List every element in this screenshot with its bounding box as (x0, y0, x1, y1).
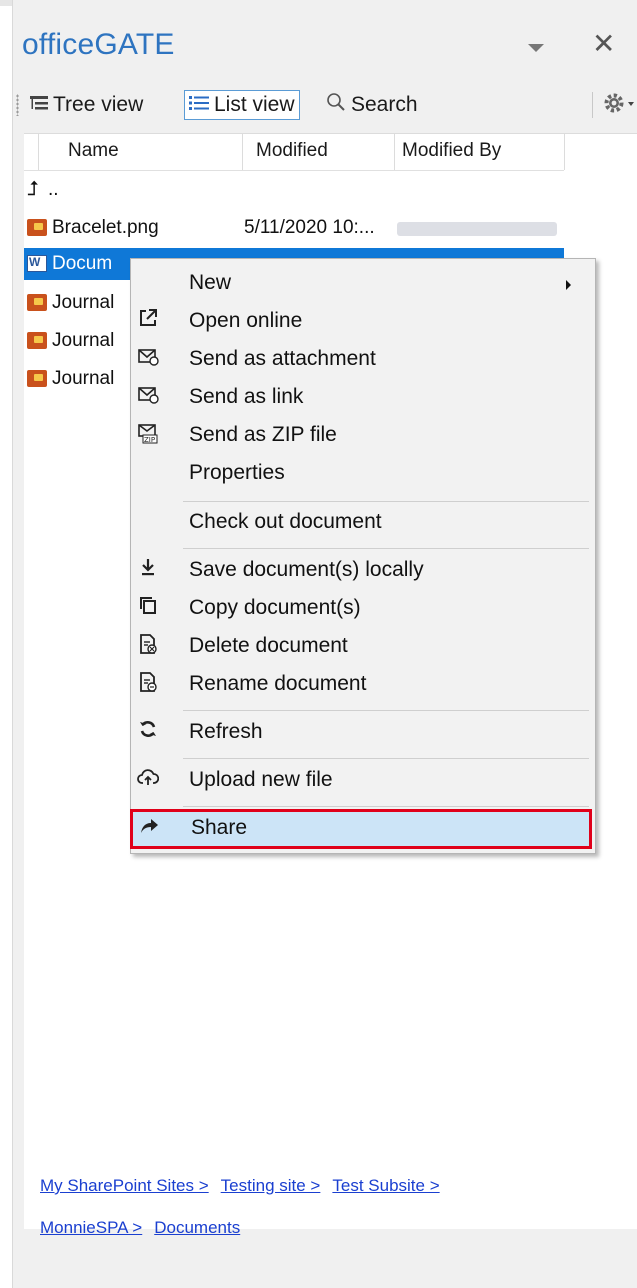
menu-item-save-locally[interactable]: Save document(s) locally (131, 552, 595, 590)
menu-separator (183, 806, 589, 807)
search-icon (326, 92, 346, 118)
breadcrumb-link-documents[interactable]: Documents (154, 1218, 240, 1237)
file-name: Journal (52, 292, 115, 313)
pane-options-dropdown-icon[interactable] (528, 44, 544, 52)
menu-item-label: Upload new file (189, 768, 333, 791)
submenu-arrow-icon (566, 280, 571, 290)
menu-item-check-out[interactable]: Check out document (131, 504, 595, 542)
menu-item-send-link[interactable]: Send as link (131, 379, 595, 417)
delete-document-icon (135, 633, 161, 659)
blurred-modified-by (397, 222, 557, 236)
menu-item-refresh[interactable]: Refresh (131, 714, 595, 752)
word-file-icon (27, 255, 47, 272)
column-divider (38, 134, 39, 170)
menu-item-label: Share (191, 816, 248, 839)
breadcrumb-link-testing-site[interactable]: Testing site > (221, 1176, 321, 1195)
menu-separator (183, 548, 589, 549)
list-view-label: List view (214, 93, 295, 116)
menu-item-upload[interactable]: Upload new file (131, 762, 595, 800)
table-row[interactable]: Bracelet.png 5/11/2020 10:... (24, 212, 564, 244)
menu-item-label: Check out document (189, 510, 382, 533)
menu-item-label: Copy document(s) (189, 596, 361, 619)
copy-icon (135, 595, 161, 621)
image-file-icon (27, 370, 47, 387)
menu-item-delete[interactable]: Delete document (131, 628, 595, 666)
pane-title: officeGATE (22, 28, 175, 61)
tree-view-button[interactable]: Tree view (26, 90, 147, 120)
tree-view-icon (30, 93, 48, 117)
menu-item-open-online[interactable]: Open online (131, 303, 595, 341)
menu-item-label: Send as ZIP file (189, 423, 337, 446)
menu-item-copy[interactable]: Copy document(s) (131, 590, 595, 628)
breadcrumb-line-2: MonnieSPA > Documents (40, 1207, 452, 1249)
breadcrumb: My SharePoint Sites > Testing site > Test … (40, 1165, 452, 1249)
mail-zip-icon: ZIP (135, 422, 161, 448)
parent-folder-label: .. (48, 179, 59, 200)
column-divider[interactable] (242, 134, 243, 170)
column-name[interactable]: Name (68, 140, 119, 162)
column-divider[interactable] (394, 134, 395, 170)
rename-document-icon (135, 671, 161, 697)
menu-item-label: Send as link (189, 385, 304, 408)
list-view-icon (189, 93, 209, 117)
column-modified[interactable]: Modified (256, 140, 328, 162)
menu-item-label: Refresh (189, 720, 263, 743)
breadcrumb-line-1: My SharePoint Sites > Testing site > Test … (40, 1165, 452, 1207)
cloud-upload-icon (135, 767, 161, 793)
search-label: Search (351, 93, 418, 116)
menu-item-properties[interactable]: Properties (131, 455, 595, 493)
menu-item-rename[interactable]: Rename document (131, 666, 595, 704)
share-arrow-icon (137, 816, 163, 842)
column-divider (564, 134, 565, 170)
breadcrumb-link-test-subsite[interactable]: Test Subsite > (332, 1176, 439, 1195)
file-modified: 5/11/2020 10:... (244, 217, 375, 238)
file-name: Journal (52, 368, 115, 389)
menu-item-label: Properties (189, 461, 285, 484)
image-file-icon (27, 219, 47, 236)
list-view-button[interactable]: List view (184, 90, 300, 120)
mail-link-icon (135, 384, 161, 410)
mail-attachment-icon (135, 346, 161, 372)
open-external-icon (135, 308, 161, 334)
close-pane-icon[interactable]: ✕ (592, 30, 615, 58)
breadcrumb-link-my-sites[interactable]: My SharePoint Sites > (40, 1176, 209, 1195)
image-file-icon (27, 332, 47, 349)
file-name: Bracelet.png (52, 217, 159, 238)
menu-item-send-zip[interactable]: ZIP Send as ZIP file (131, 417, 595, 455)
menu-separator (183, 758, 589, 759)
breadcrumb-link-monniespa[interactable]: MonnieSPA > (40, 1218, 142, 1237)
file-name: Docum (52, 253, 113, 274)
settings-gear-icon[interactable] (602, 90, 626, 122)
up-arrow-icon: ⮥ (27, 178, 39, 200)
image-file-icon (27, 294, 47, 311)
download-icon (135, 557, 161, 583)
toolbar-grip-icon[interactable] (16, 94, 19, 116)
menu-item-label: Delete document (189, 634, 348, 657)
menu-item-share[interactable]: Share (133, 812, 589, 846)
menu-item-label: Open online (189, 309, 303, 332)
svg-text:ZIP: ZIP (144, 436, 155, 444)
menu-item-new[interactable]: New (131, 265, 595, 303)
menu-item-label: Send as attachment (189, 347, 376, 370)
search-button[interactable]: Search (322, 90, 422, 120)
menu-item-label: Rename document (189, 672, 367, 695)
menu-separator (183, 501, 589, 502)
file-name: Journal (52, 330, 115, 351)
toolbar: Tree view List view Search (12, 90, 637, 122)
menu-item-send-attachment[interactable]: Send as attachment (131, 341, 595, 379)
context-menu: New Open online Send as attachment Send … (130, 258, 596, 854)
menu-item-label: New (189, 271, 232, 294)
menu-separator (183, 710, 589, 711)
toolbar-separator (592, 92, 593, 118)
parent-folder-row[interactable]: ⮥ .. (24, 174, 564, 206)
refresh-icon (135, 719, 161, 745)
tree-view-label: Tree view (53, 93, 144, 116)
settings-dropdown-icon[interactable] (628, 102, 634, 106)
column-modified-by[interactable]: Modified By (402, 140, 501, 162)
list-header: Name Modified Modified By (24, 134, 565, 171)
menu-item-label: Save document(s) locally (189, 558, 424, 581)
